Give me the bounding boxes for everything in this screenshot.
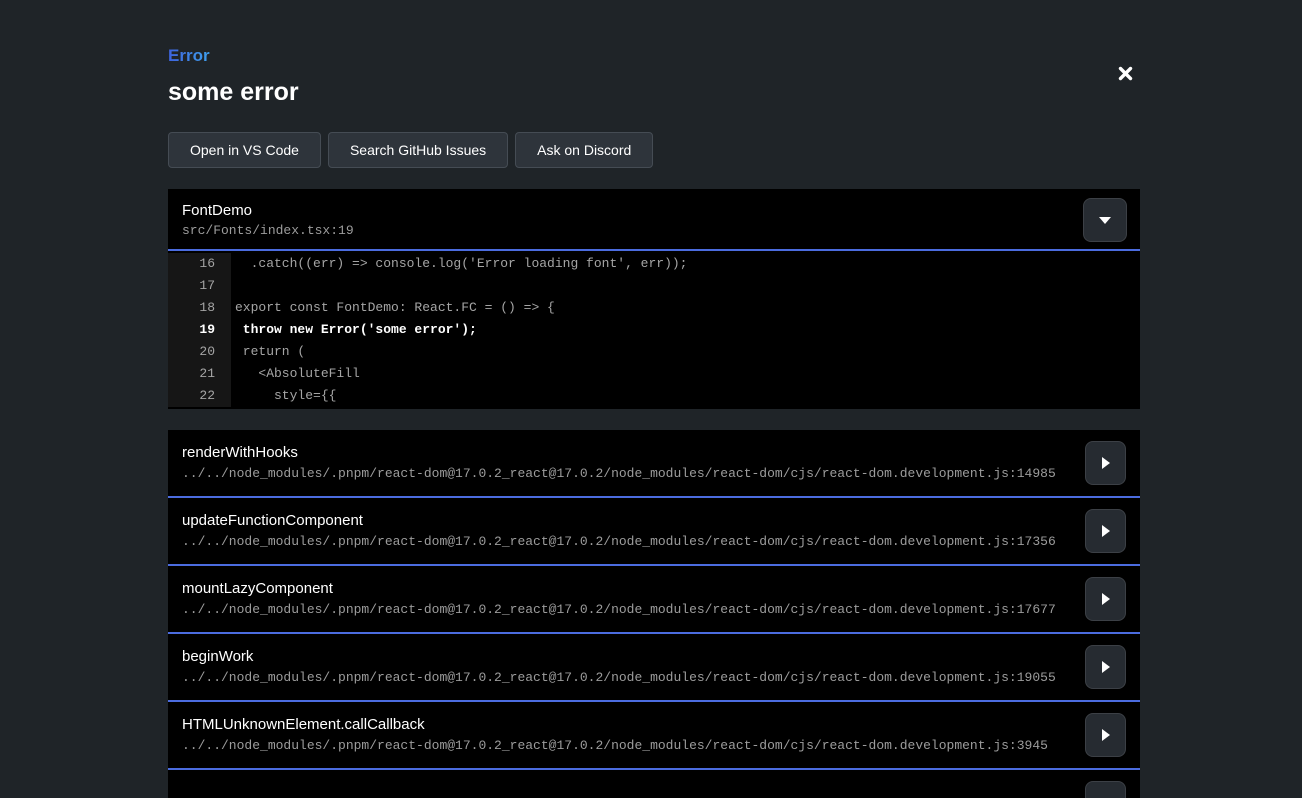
stack-frame-function: HTMLUnknownElement.callCallback <box>182 716 1126 733</box>
close-icon <box>1117 65 1134 82</box>
stack-frame: updateFunctionComponent ../../node_modul… <box>168 498 1140 566</box>
code-frame-header: FontDemo src/Fonts/index.tsx:19 <box>168 189 1140 251</box>
line-number: 19 <box>168 319 231 341</box>
expand-frame-button[interactable] <box>1085 441 1126 485</box>
code-frame: FontDemo src/Fonts/index.tsx:19 16 .catc… <box>168 189 1140 409</box>
stack-frame: mountLazyComponent ../../node_modules/.p… <box>168 566 1140 634</box>
stack-frame-function: renderWithHooks <box>182 444 1126 461</box>
line-number: 16 <box>168 253 231 275</box>
code-line: 21 <AbsoluteFill <box>168 363 1140 385</box>
stack-frame-function: updateFunctionComponent <box>182 512 1126 529</box>
line-code: <AbsoluteFill <box>231 363 360 385</box>
line-number: 20 <box>168 341 231 363</box>
close-button[interactable] <box>1109 57 1141 89</box>
code-line: 16 .catch((err) => console.log('Error lo… <box>168 253 1140 275</box>
play-icon <box>1101 456 1111 470</box>
stack-frame: HTMLUnknownElement.callCallback ../../no… <box>168 702 1140 770</box>
code-line: 18 export const FontDemo: React.FC = () … <box>168 297 1140 319</box>
code-line: 20 return ( <box>168 341 1140 363</box>
line-number: 21 <box>168 363 231 385</box>
play-icon <box>1101 660 1111 674</box>
stack-frame-function: beginWork <box>182 648 1126 665</box>
line-code <box>231 275 235 297</box>
action-button[interactable]: Ask on Discord <box>515 132 653 168</box>
code-line: 22 style={{ <box>168 385 1140 407</box>
play-icon <box>1101 524 1111 538</box>
code-frame-location: src/Fonts/index.tsx:19 <box>182 223 1126 238</box>
error-type-label: Error <box>168 46 210 66</box>
chevron-down-icon <box>1098 216 1112 225</box>
stack-frame-location: ../../node_modules/.pnpm/react-dom@17.0.… <box>182 602 1126 617</box>
collapse-code-button[interactable] <box>1083 198 1127 242</box>
stack-frame: beginWork ../../node_modules/.pnpm/react… <box>168 634 1140 702</box>
stack-trace-list: renderWithHooks ../../node_modules/.pnpm… <box>168 430 1140 798</box>
line-number: 17 <box>168 275 231 297</box>
stack-frame-function: mountLazyComponent <box>182 580 1126 597</box>
line-code: throw new Error('some error'); <box>231 319 477 341</box>
line-number: 18 <box>168 297 231 319</box>
stack-frame: renderWithHooks ../../node_modules/.pnpm… <box>168 430 1140 498</box>
line-number: 22 <box>168 385 231 407</box>
stack-frame-location: ../../node_modules/.pnpm/react-dom@17.0.… <box>182 670 1126 685</box>
stack-frame-location: ../../node_modules/.pnpm/react-dom@17.0.… <box>182 466 1126 481</box>
line-code: .catch((err) => console.log('Error loadi… <box>231 253 687 275</box>
code-line: 19 throw new Error('some error'); <box>168 319 1140 341</box>
expand-frame-button[interactable] <box>1085 713 1126 757</box>
code-snippet: 16 .catch((err) => console.log('Error lo… <box>168 251 1140 409</box>
expand-frame-button[interactable] <box>1085 781 1126 798</box>
play-icon <box>1101 592 1111 606</box>
stack-frame-location: ../../node_modules/.pnpm/react-dom@17.0.… <box>182 738 1126 753</box>
action-button-row: Open in VS Code Search GitHub Issues Ask… <box>168 132 1140 168</box>
line-code: export const FontDemo: React.FC = () => … <box>231 297 555 319</box>
expand-frame-button[interactable] <box>1085 509 1126 553</box>
stack-frame-location: ../../node_modules/.pnpm/react-dom@17.0.… <box>182 534 1126 549</box>
expand-frame-button[interactable] <box>1085 645 1126 689</box>
action-button[interactable]: Search GitHub Issues <box>328 132 508 168</box>
expand-frame-button[interactable] <box>1085 577 1126 621</box>
line-code: return ( <box>231 341 305 363</box>
line-code: style={{ <box>231 385 336 407</box>
code-frame-title: FontDemo <box>182 202 1126 219</box>
error-overlay: Error some error Open in VS Code Search … <box>168 0 1140 798</box>
play-icon <box>1101 728 1111 742</box>
code-line: 17 <box>168 275 1140 297</box>
error-message: some error <box>168 78 1140 106</box>
stack-frame-partial <box>168 770 1140 798</box>
action-button[interactable]: Open in VS Code <box>168 132 321 168</box>
